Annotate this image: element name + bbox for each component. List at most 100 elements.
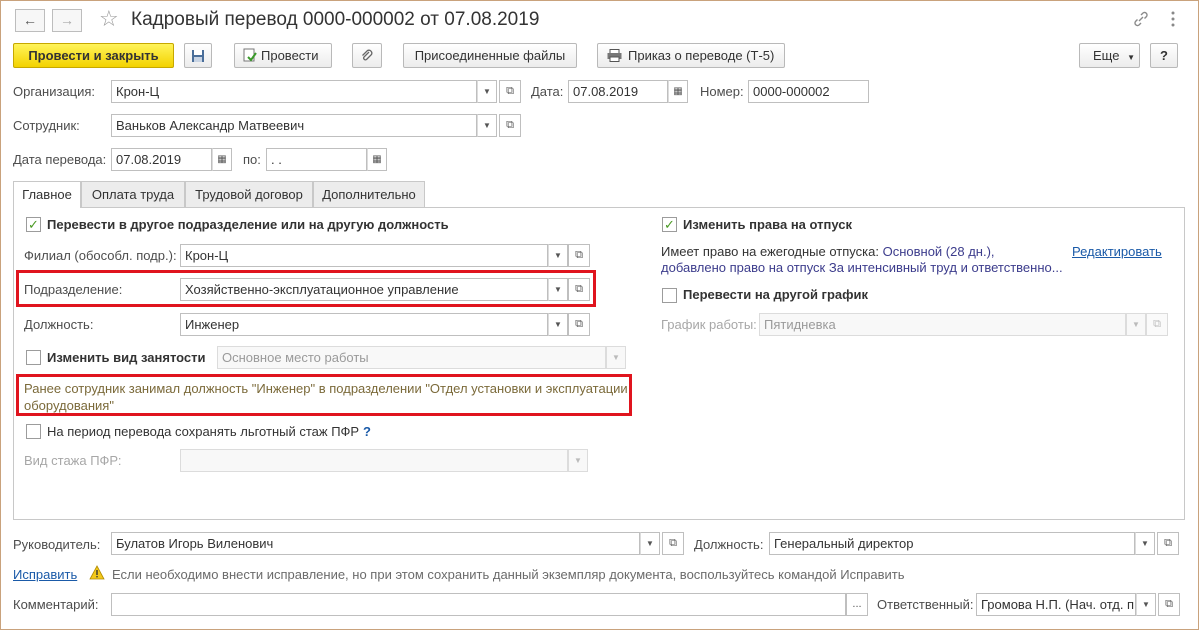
pfr-help-icon[interactable]: ?: [363, 424, 371, 439]
document-post-icon: [243, 48, 257, 62]
schedule-checkbox[interactable]: [662, 288, 677, 303]
transfer-checkbox-label: Перевести в другое подразделение или на …: [47, 217, 449, 232]
chevron-down-icon: ▼: [612, 353, 620, 362]
tab-contract[interactable]: Трудовой договор: [185, 181, 313, 208]
more-vertical-icon[interactable]: [1163, 9, 1183, 29]
department-dropdown[interactable]: ▼: [548, 278, 568, 301]
save-button[interactable]: [184, 43, 212, 68]
org-open-button[interactable]: ⧉: [499, 80, 521, 103]
manager-position-label: Должность:: [694, 537, 764, 552]
attach-button[interactable]: [352, 43, 382, 68]
chevron-down-icon: ▼: [1132, 320, 1140, 329]
transfer-checkbox[interactable]: ✓: [26, 217, 41, 232]
fix-link[interactable]: Исправить: [13, 567, 77, 582]
calendar-icon: ▦: [673, 86, 683, 97]
ellipsis-icon: ...: [852, 598, 862, 610]
open-window-icon: ⧉: [575, 283, 583, 295]
keep-pfr-checkbox[interactable]: [26, 424, 41, 439]
pfr-type-field[interactable]: [180, 449, 568, 472]
pfr-type-dropdown[interactable]: ▼: [568, 449, 588, 472]
department-open-button[interactable]: ⧉: [568, 278, 590, 301]
branch-open-button[interactable]: ⧉: [568, 244, 590, 267]
branch-field[interactable]: Крон-Ц: [180, 244, 548, 267]
responsible-dropdown[interactable]: ▼: [1136, 593, 1156, 616]
schedule-field[interactable]: Пятидневка: [759, 313, 1126, 336]
print-order-button[interactable]: Приказ о переводе (Т-5): [597, 43, 785, 68]
keep-pfr-label: На период перевода сохранять льготный ст…: [47, 424, 360, 439]
vacation-rights-text: Имеет право на ежегодные отпуска: Основн…: [661, 244, 995, 259]
open-window-icon: ⧉: [1165, 598, 1173, 610]
comment-field[interactable]: [111, 593, 846, 616]
chevron-down-icon: ▼: [574, 456, 582, 465]
arrow-left-icon: ←: [23, 12, 37, 28]
calendar-icon: ▦: [372, 154, 382, 165]
vacation-checkbox[interactable]: ✓: [662, 217, 677, 232]
help-button[interactable]: ?: [1150, 43, 1178, 68]
tab-additional[interactable]: Дополнительно: [313, 181, 425, 208]
tab-payment[interactable]: Оплата труда: [81, 181, 185, 208]
manager-position-field[interactable]: Генеральный директор: [769, 532, 1135, 555]
transfer-date-field[interactable]: 07.08.2019: [111, 148, 212, 171]
department-field[interactable]: Хозяйственно-эксплуатационное управление: [180, 278, 548, 301]
open-window-icon: ⧉: [575, 318, 583, 330]
post-button[interactable]: Провести: [234, 43, 332, 68]
chevron-down-icon: ▼: [483, 121, 491, 130]
employee-dropdown[interactable]: ▼: [477, 114, 497, 137]
employee-field[interactable]: Ваньков Александр Матвеевич: [111, 114, 477, 137]
comment-expand-button[interactable]: ...: [846, 593, 868, 616]
responsible-field[interactable]: Громова Н.П. (Нач. отд. п: [976, 593, 1136, 616]
edit-vacation-link[interactable]: Редактировать: [1072, 244, 1162, 259]
position-field[interactable]: Инженер: [180, 313, 548, 336]
open-window-icon: ⧉: [575, 249, 583, 261]
transfer-date-calendar-button[interactable]: ▦: [212, 148, 232, 171]
attached-files-button[interactable]: Присоединенные файлы: [403, 43, 577, 68]
manager-dropdown[interactable]: ▼: [640, 532, 660, 555]
link-icon[interactable]: [1131, 9, 1151, 29]
pfr-type-label: Вид стажа ПФР:: [24, 453, 122, 468]
number-field[interactable]: 0000-000002: [748, 80, 869, 103]
date-calendar-button[interactable]: ▦: [668, 80, 688, 103]
manager-open-button[interactable]: ⧉: [662, 532, 684, 555]
arrow-right-icon: →: [60, 12, 74, 28]
to-date-field[interactable]: . .: [266, 148, 367, 171]
employment-type-field[interactable]: Основное место работы: [217, 346, 606, 369]
open-window-icon: ⧉: [506, 119, 514, 131]
branch-dropdown[interactable]: ▼: [548, 244, 568, 267]
org-dropdown[interactable]: ▼: [477, 80, 497, 103]
to-date-calendar-button[interactable]: ▦: [367, 148, 387, 171]
manager-position-open-button[interactable]: ⧉: [1157, 532, 1179, 555]
position-dropdown[interactable]: ▼: [548, 313, 568, 336]
open-window-icon: ⧉: [669, 537, 677, 549]
number-label: Номер:: [700, 84, 744, 99]
position-open-button[interactable]: ⧉: [568, 313, 590, 336]
manager-label: Руководитель:: [13, 537, 101, 552]
date-field[interactable]: 07.08.2019: [568, 80, 668, 103]
schedule-dropdown[interactable]: ▼: [1126, 313, 1146, 336]
post-and-close-button[interactable]: Провести и закрыть: [13, 43, 174, 68]
chevron-down-icon: ▼: [646, 539, 654, 548]
more-menu-button[interactable]: Еще ▼: [1079, 43, 1140, 68]
forward-button[interactable]: →: [52, 9, 82, 32]
star-icon[interactable]: ☆: [99, 6, 119, 32]
to-label: по:: [243, 152, 261, 167]
responsible-open-button[interactable]: ⧉: [1158, 593, 1180, 616]
schedule-checkbox-label: Перевести на другой график: [683, 287, 869, 302]
org-field[interactable]: Крон-Ц: [111, 80, 477, 103]
employee-open-button[interactable]: ⧉: [499, 114, 521, 137]
org-label: Организация:: [13, 84, 96, 99]
manager-position-dropdown[interactable]: ▼: [1135, 532, 1155, 555]
previous-position-note: Ранее сотрудник занимал должность "Инжен…: [24, 381, 628, 413]
print-order-label: Приказ о переводе (Т-5): [628, 48, 775, 63]
schedule-label: График работы:: [661, 317, 757, 332]
tab-joiner: [14, 206, 80, 208]
tab-main[interactable]: Главное: [13, 181, 81, 209]
responsible-label: Ответственный:: [877, 597, 974, 612]
manager-field[interactable]: Булатов Игорь Виленович: [111, 532, 640, 555]
open-window-icon: ⧉: [1153, 318, 1161, 330]
employment-type-checkbox[interactable]: [26, 350, 41, 365]
employment-type-dropdown[interactable]: ▼: [606, 346, 626, 369]
employment-type-label: Изменить вид занятости: [47, 350, 206, 365]
chevron-down-icon: ▼: [554, 285, 562, 294]
back-button[interactable]: ←: [15, 9, 45, 32]
schedule-open-button[interactable]: ⧉: [1146, 313, 1168, 336]
